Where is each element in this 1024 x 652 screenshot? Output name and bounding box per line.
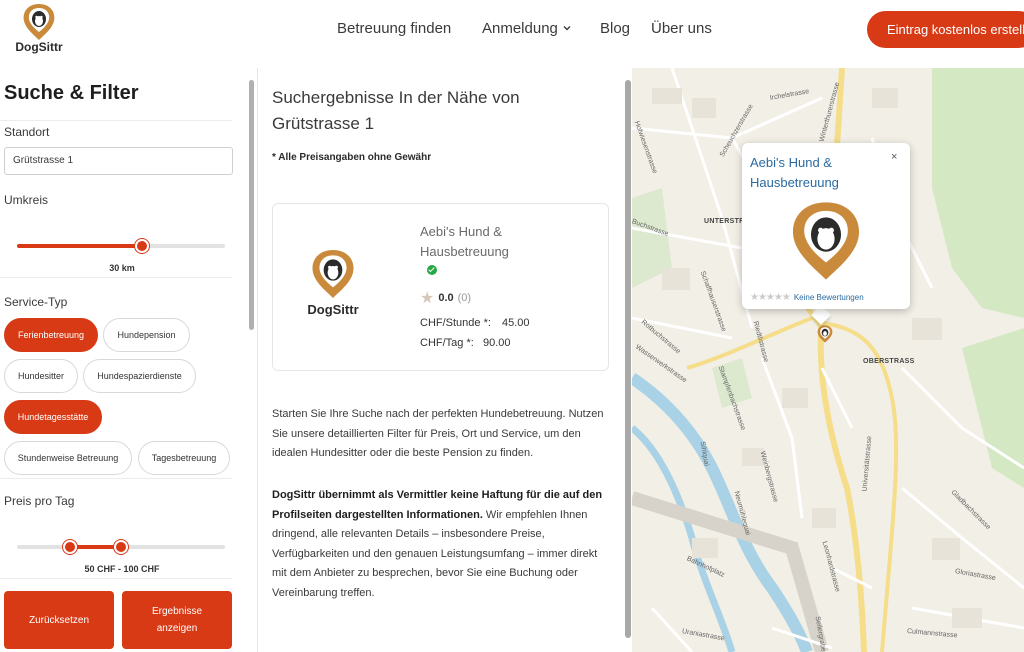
dog-logo-icon [23, 4, 55, 40]
provider-logo-text: DogSittr [307, 302, 359, 317]
price-value: 50 CHF - 100 CHF [84, 564, 160, 574]
nav-betreuung-finden[interactable]: Betreuung finden [337, 20, 451, 37]
radius-slider-handle[interactable] [134, 239, 149, 253]
price-note: * Alle Preisangaben ohne Gewähr [272, 152, 432, 163]
divider [0, 120, 232, 121]
radius-slider-fill [17, 244, 142, 248]
provider-name[interactable]: Aebi's Hund & Hausbetreuung [420, 222, 570, 262]
close-icon[interactable]: × [891, 151, 897, 163]
divider [0, 277, 232, 278]
results-scrollbar[interactable] [625, 80, 631, 638]
popup-logo [768, 198, 884, 284]
map[interactable]: UNTERSTRASS OBERSTRASS Irchelstrasse Win… [632, 68, 1024, 652]
nav-anmeldung-label: Anmeldung [482, 20, 558, 37]
disclaimer-text: DogSittr übernimmt als Vermittler keine … [272, 486, 612, 603]
service-chip-hundetagesstaette[interactable]: Hundetagesstätte [4, 400, 102, 434]
rating-value: 0.0 [438, 292, 454, 304]
verified-check-icon [427, 265, 437, 275]
price-slider-min-handle[interactable] [63, 540, 77, 554]
nav-ueber-uns[interactable]: Über uns [651, 20, 712, 37]
service-chip-stundenweise[interactable]: Stundenweise Betreuung [4, 441, 132, 475]
results-title: Suchergebnisse In der Nähe von Grütstras… [272, 88, 520, 133]
map-marker[interactable] [812, 318, 838, 350]
radius-label: Umkreis [4, 193, 48, 207]
provider-logo: DogSittr [297, 246, 369, 326]
price-day-label: CHF/Tag *: [420, 337, 474, 349]
nav-blog[interactable]: Blog [600, 20, 630, 37]
price-hour-row: CHF/Stunde *: 45.00 [420, 317, 530, 329]
star-icon: ★ [420, 290, 435, 307]
service-chip-hundesitter[interactable]: Hundesitter [4, 359, 78, 393]
sidebar-title: Suche & Filter [4, 82, 139, 104]
rating-count: (0) [457, 292, 472, 304]
create-listing-button[interactable]: Eintrag kostenlos erstellen [867, 11, 1024, 48]
map-label-oberstrass: OBERSTRASS [863, 358, 915, 365]
logo-text: DogSittr [15, 40, 63, 54]
service-chip-ferienbetreuung[interactable]: Ferienbetreuung [4, 318, 98, 352]
chevron-down-icon [563, 26, 571, 31]
map-popup: Aebi's Hund & Hausbetreuung × ★★★★★ Kein… [742, 143, 910, 309]
price-hour-label: CHF/Stunde *: [420, 317, 491, 329]
service-chip-tagesbetreuung[interactable]: Tagesbetreuung [138, 441, 230, 475]
popup-rating-text: Keine Bewertungen [793, 293, 864, 302]
location-label: Standort [4, 125, 50, 139]
service-type-label: Service-Typ [4, 295, 68, 309]
sidebar-scrollbar[interactable] [249, 80, 254, 330]
service-chip-hundepension[interactable]: Hundepension [103, 318, 190, 352]
divider [0, 478, 232, 479]
provider-rating: ★ 0.0 (0) [420, 288, 471, 308]
result-card[interactable]: DogSittr Aebi's Hund & Hausbetreuung ★ 0… [272, 203, 609, 371]
popup-rating: ★★★★★ Keine Bewertungen [750, 292, 864, 303]
divider [0, 578, 232, 579]
price-label: Preis pro Tag [4, 494, 75, 508]
dog-logo-icon [312, 250, 354, 298]
stars-icon: ★★★★★ [750, 292, 791, 303]
nav-anmeldung[interactable]: Anmeldung [482, 20, 572, 37]
location-input[interactable]: Grütstrasse 1 [4, 147, 233, 175]
price-slider-max-handle[interactable] [114, 540, 128, 554]
show-results-button[interactable]: Ergebnisse anzeigen [122, 591, 232, 649]
dog-logo-icon [792, 202, 860, 280]
results-panel: Suchergebnisse In der Nähe von Grütstras… [258, 68, 632, 652]
reset-button[interactable]: Zurücksetzen [4, 591, 114, 649]
price-hour-value: 45.00 [502, 317, 530, 329]
filter-sidebar: Suche & Filter Standort Grütstrasse 1 Um… [0, 68, 258, 652]
popup-title[interactable]: Aebi's Hund & Hausbetreuung [750, 153, 880, 193]
price-day-row: CHF/Tag *: 90.00 [420, 337, 511, 349]
map-label-area [941, 68, 1024, 148]
disclaimer-rest: Wir empfehlen Ihnen dringend, alle relev… [272, 508, 598, 599]
map-marker-icon [817, 325, 833, 343]
radius-value: 30 km [109, 263, 135, 273]
header: DogSittr Betreuung finden Anmeldung Blog… [0, 0, 1024, 62]
intro-text: Starten Sie Ihre Suche nach der perfekte… [272, 408, 604, 459]
service-chip-hundespazierdienste[interactable]: Hundespazierdienste [83, 359, 196, 393]
price-day-value: 90.00 [483, 337, 511, 349]
logo[interactable]: DogSittr [12, 2, 66, 58]
